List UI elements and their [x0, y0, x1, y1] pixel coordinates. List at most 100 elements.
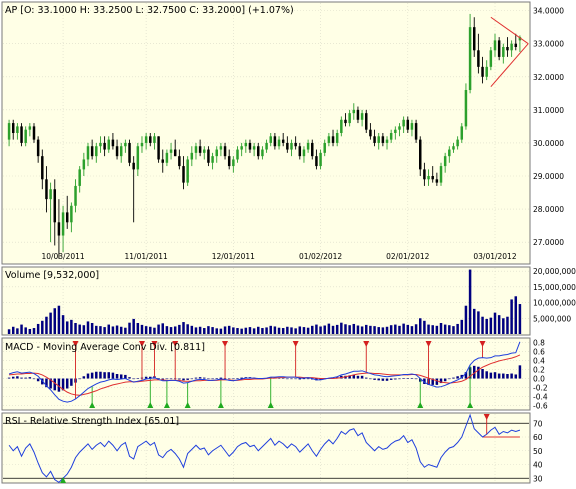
- macd-histogram-bar: [452, 377, 455, 379]
- price-y-tick-label: 32.0000: [533, 73, 564, 82]
- volume-bar: [273, 326, 277, 334]
- volume-bar: [514, 296, 518, 334]
- macd-histogram-bar: [389, 378, 393, 380]
- candle-body: [136, 146, 140, 170]
- macd-histogram-bar: [86, 373, 90, 379]
- candle-body: [190, 152, 194, 160]
- macd-histogram-bar: [211, 378, 214, 380]
- candle-body: [232, 159, 235, 167]
- volume-bar: [223, 326, 227, 334]
- candle-body: [194, 146, 198, 153]
- price-x-tick-label: 10/03/2011: [41, 252, 84, 261]
- candle-body: [157, 136, 160, 160]
- volume-bar: [86, 321, 90, 334]
- macd-histogram-bar: [119, 374, 123, 379]
- volume-bar: [203, 328, 206, 334]
- volume-bar: [107, 324, 110, 334]
- volume-bar: [348, 325, 351, 334]
- volume-bar: [236, 328, 239, 334]
- volume-bar: [82, 325, 86, 334]
- candle-body: [427, 176, 430, 180]
- volume-bar: [460, 319, 464, 334]
- candle-body: [219, 146, 223, 150]
- candle-body: [269, 136, 272, 143]
- macd-histogram-bar: [497, 373, 501, 379]
- macd-histogram-bar: [111, 372, 115, 379]
- volume-bar: [24, 327, 27, 334]
- volume-bar: [61, 315, 65, 334]
- macd-histogram-bar: [394, 378, 397, 380]
- macd-histogram-bar: [410, 378, 414, 379]
- candle-body: [385, 139, 389, 143]
- volume-bar: [385, 326, 389, 334]
- macd-histogram-bar: [186, 378, 189, 380]
- volume-bar: [28, 328, 32, 334]
- volume-bar: [178, 324, 181, 334]
- volume-bar: [419, 318, 422, 334]
- candle-body: [369, 129, 372, 137]
- volume-bar: [45, 316, 48, 334]
- candle-body: [74, 185, 77, 206]
- candle-body: [45, 179, 48, 200]
- volume-bar: [99, 326, 102, 334]
- volume-bar: [257, 326, 260, 334]
- macd-histogram-bar: [360, 375, 364, 379]
- price-x-tick-label: 03/01/2012: [473, 252, 516, 261]
- volume-bar: [352, 323, 356, 334]
- volume-bar: [186, 324, 189, 334]
- stock-chart-svg: AP [O: 33.1000 H: 33.2500 L: 32.7500 C: …: [1, 1, 576, 484]
- candle-body: [244, 142, 248, 147]
- volume-bar: [331, 325, 335, 334]
- macd-histogram-bar: [236, 378, 239, 379]
- volume-bar: [456, 323, 459, 334]
- volume-bar: [215, 328, 218, 334]
- candle-body: [252, 146, 256, 150]
- candle-body: [477, 50, 480, 67]
- candle-body: [78, 169, 81, 186]
- volume-bar: [95, 325, 98, 334]
- candle-body: [173, 149, 177, 157]
- volume-bar: [360, 326, 364, 334]
- volume-bar: [57, 305, 61, 334]
- candle-body: [86, 146, 90, 160]
- macd-histogram-bar: [306, 378, 310, 380]
- volume-y-tick-label: 5,000,000: [533, 314, 571, 323]
- candle-body: [352, 109, 356, 114]
- candle-body: [124, 142, 127, 147]
- candle-body: [149, 136, 152, 143]
- candle-body: [514, 43, 518, 47]
- candle-body: [489, 50, 493, 67]
- candle-body: [82, 159, 86, 170]
- candle-body: [169, 149, 173, 153]
- candle-body: [227, 156, 231, 167]
- candle-body: [398, 126, 401, 130]
- candle-body: [61, 212, 65, 236]
- volume-bar: [103, 327, 106, 334]
- volume-y-axis: 5,000,000 10,000,000 15,000,000 20,000,000: [533, 267, 576, 323]
- volume-bar: [74, 323, 77, 334]
- candle-body: [99, 142, 102, 147]
- stock-chart: AP [O: 33.1000 H: 33.2500 L: 32.7500 C: …: [0, 0, 576, 485]
- candle-body: [211, 156, 214, 163]
- volume-bar: [443, 324, 447, 334]
- macd-histogram-bar: [99, 371, 102, 379]
- candle-body: [11, 123, 15, 133]
- volume-bar: [286, 326, 289, 334]
- macd-histogram-bar: [298, 378, 302, 380]
- candle-body: [140, 142, 144, 147]
- volume-y-tick-label: 10,000,000: [533, 299, 576, 308]
- candle-body: [319, 152, 322, 167]
- price-y-tick-label: 30.0000: [533, 139, 564, 148]
- macd-histogram-bar: [381, 378, 385, 381]
- rsi-y-tick-label: 70: [533, 419, 543, 428]
- volume-bar: [340, 322, 343, 334]
- macd-histogram-bar: [78, 378, 81, 380]
- candle-body: [161, 159, 164, 163]
- volume-bar: [306, 327, 310, 334]
- volume-bar: [323, 325, 326, 334]
- candle-body: [277, 139, 281, 147]
- macd-histogram-bar: [414, 378, 418, 380]
- volume-bar: [78, 324, 81, 334]
- candle-body: [410, 123, 414, 130]
- volume-bar: [232, 327, 235, 334]
